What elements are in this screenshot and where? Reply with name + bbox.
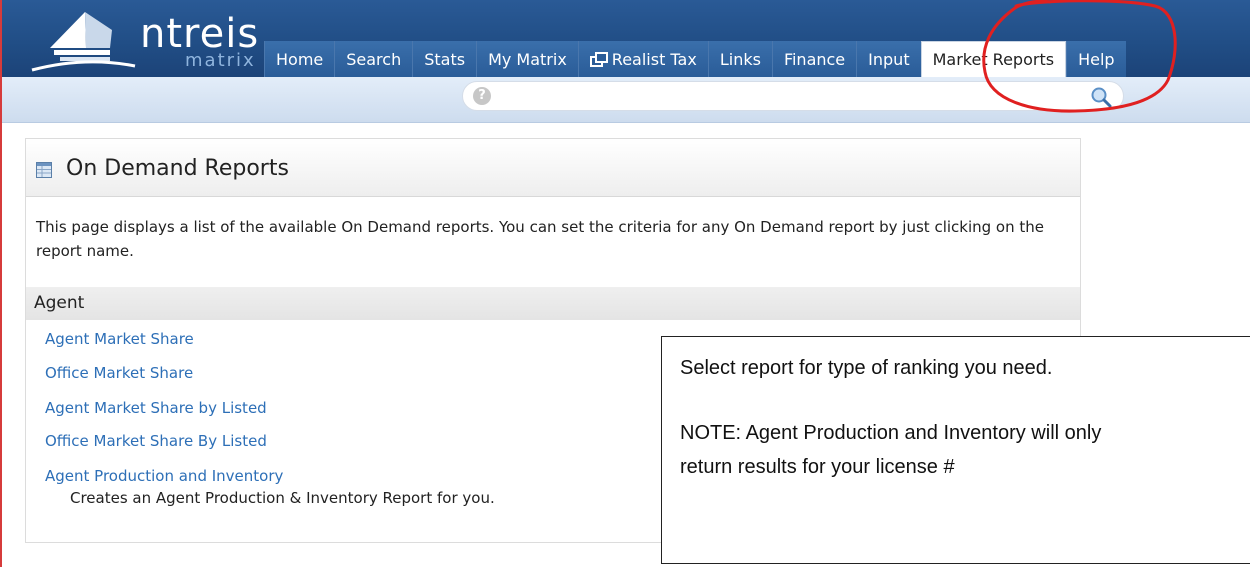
tab-label: Finance (783, 49, 846, 69)
tab-links[interactable]: Links (707, 41, 772, 77)
tab-search[interactable]: Search (334, 41, 413, 77)
logo-subtitle: matrix (185, 50, 256, 71)
top-nav-bar: ntreis matrix Home Search Stats My Matri… (2, 0, 1250, 77)
help-icon[interactable]: ? (473, 87, 491, 105)
report-description: Creates an Agent Production & Inventory … (70, 489, 495, 507)
callout-line: return results for your license # (680, 456, 955, 478)
callout-line: Select report for type of ranking you ne… (680, 357, 1053, 379)
report-link-agent-market-share-by-listed[interactable]: Agent Market Share by Listed (45, 399, 267, 417)
tab-label: Realist Tax (611, 49, 697, 69)
search-input[interactable] (499, 85, 1083, 109)
report-link-agent-market-share[interactable]: Agent Market Share (45, 330, 194, 348)
tab-stats[interactable]: Stats (412, 41, 477, 77)
panel-header: On Demand Reports (26, 139, 1080, 197)
report-grid-icon (36, 162, 52, 178)
search-box: ? (462, 81, 1124, 111)
tab-label: Links (719, 49, 761, 69)
callout-line: NOTE: Agent Production and Inventory wil… (680, 422, 1102, 444)
tab-my-matrix[interactable]: My Matrix (476, 41, 578, 77)
search-bar-strip: ? (2, 77, 1250, 123)
tab-label: Input (868, 49, 910, 69)
tab-label: Search (346, 49, 402, 69)
section-title: Agent (34, 293, 85, 313)
window-icon (589, 52, 608, 67)
tab-finance[interactable]: Finance (771, 41, 857, 77)
report-link-agent-production-inventory[interactable]: Agent Production and Inventory (45, 467, 283, 485)
page-description: This page displays a list of the availab… (36, 218, 1044, 260)
tab-help[interactable]: Help (1066, 41, 1126, 77)
tab-label: Market Reports (932, 50, 1055, 69)
tab-label: Stats (424, 49, 466, 69)
tab-market-reports[interactable]: Market Reports (920, 41, 1067, 77)
page-title: On Demand Reports (66, 156, 289, 181)
main-tabs: Home Search Stats My Matrix Realist Tax … (264, 41, 1126, 77)
tab-home[interactable]: Home (264, 41, 335, 77)
tab-realist-tax[interactable]: Realist Tax (577, 41, 708, 77)
building-logo-icon (31, 12, 136, 72)
tab-label: Home (276, 49, 324, 69)
tab-label: My Matrix (488, 49, 567, 69)
callout-note: Select report for type of ranking you ne… (661, 336, 1250, 564)
report-link-office-market-share[interactable]: Office Market Share (45, 364, 193, 382)
report-link-office-market-share-by-listed[interactable]: Office Market Share By Listed (45, 432, 267, 450)
ntreis-matrix-logo[interactable]: ntreis matrix (30, 8, 260, 74)
section-header-agent: Agent (26, 287, 1080, 320)
tab-label: Help (1078, 49, 1115, 69)
tab-input[interactable]: Input (856, 41, 921, 77)
search-icon[interactable] (1089, 85, 1113, 109)
logo-wordmark: ntreis (140, 11, 260, 57)
